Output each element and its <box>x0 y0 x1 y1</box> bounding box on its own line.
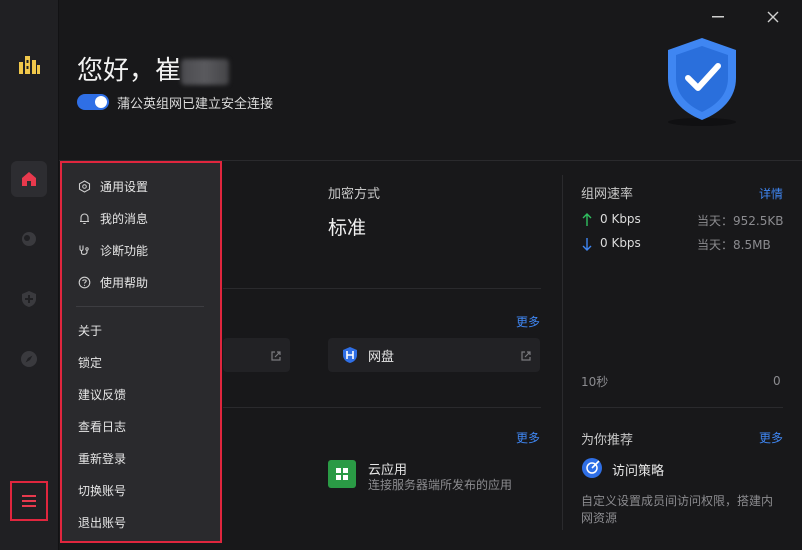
menu-item-about[interactable]: 关于 <box>62 318 220 342</box>
stethoscope-icon <box>76 242 92 258</box>
minimize-button[interactable] <box>707 8 729 26</box>
menu-item-relogin[interactable]: 重新登录 <box>62 446 220 470</box>
menu-label: 我的消息 <box>100 211 149 226</box>
menu-item-feedback[interactable]: 建议反馈 <box>62 382 220 406</box>
settings-menu: 通用设置 我的消息 诊断功能 使用帮助 关于 锁定 建议反馈 查看日志 重新登录… <box>60 161 222 543</box>
connection-status-text: 蒲公英组网已建立安全连接 <box>117 97 274 112</box>
speed-title: 组网速率 <box>581 187 634 202</box>
minimize-icon <box>712 16 724 18</box>
upload-speed: 0 Kbps <box>600 212 641 226</box>
column-divider <box>562 175 563 530</box>
recommend-more-link[interactable]: 更多 <box>759 429 783 446</box>
access-policy-title[interactable]: 访问策略 <box>612 460 664 479</box>
shield-plus-icon <box>22 291 36 307</box>
connection-toggle[interactable] <box>77 94 109 110</box>
encryption-value: 标准 <box>328 217 367 239</box>
external-link-icon <box>270 347 282 366</box>
hamburger-icon <box>22 495 36 507</box>
app-card-left[interactable] <box>223 338 290 372</box>
speed-axis-left: 10秒 <box>581 375 609 389</box>
menu-label: 退出账号 <box>78 515 127 530</box>
menu-label: 诊断功能 <box>100 243 149 258</box>
access-policy-desc: 自定义设置成员间访问权限，搭建内网资源 <box>581 494 774 525</box>
app-logo <box>17 52 41 80</box>
recommend-title: 为你推荐 <box>581 433 634 448</box>
menu-label: 重新登录 <box>78 451 127 466</box>
netdisk-icon <box>342 346 358 368</box>
greeting-title: 您好，崔 <box>77 50 230 87</box>
menu-item-lock[interactable]: 锁定 <box>62 350 220 374</box>
encryption-label: 加密方式 <box>328 187 381 202</box>
external-link-icon <box>520 347 532 366</box>
menu-label: 通用设置 <box>100 179 149 194</box>
menu-label: 关于 <box>78 323 103 338</box>
hexagon-gear-icon <box>76 178 92 194</box>
menu-label: 查看日志 <box>78 419 127 434</box>
menu-label: 锁定 <box>78 355 103 370</box>
network-icon <box>22 232 36 246</box>
menu-item-view-logs[interactable]: 查看日志 <box>62 414 220 438</box>
menu-item-switch-account[interactable]: 切换账号 <box>62 478 220 502</box>
section-divider-3 <box>580 407 783 408</box>
menu-label: 建议反馈 <box>78 387 127 402</box>
access-policy-icon <box>581 457 603 483</box>
menu-item-diagnose[interactable]: 诊断功能 <box>62 238 220 262</box>
menu-divider <box>76 306 204 307</box>
section-divider-1 <box>223 288 541 289</box>
netdisk-card[interactable]: 网盘 <box>328 338 540 372</box>
netdisk-label: 网盘 <box>368 350 395 365</box>
bell-icon <box>76 210 92 226</box>
download-today: 当天：8.5MB <box>697 238 771 252</box>
home-icon <box>22 172 36 186</box>
security-shield-icon <box>662 36 742 132</box>
apps-more-link[interactable]: 更多 <box>516 313 540 330</box>
apps-more-link-2[interactable]: 更多 <box>516 429 540 446</box>
section-divider-2 <box>223 407 541 408</box>
greeting-text: 您好，崔 <box>77 56 182 86</box>
blurred-username <box>181 58 230 85</box>
menu-item-general-settings[interactable]: 通用设置 <box>62 174 220 198</box>
close-icon <box>767 11 779 23</box>
speed-axis-right: 0 <box>773 374 781 388</box>
menu-toggle-button[interactable] <box>10 481 48 521</box>
menu-item-messages[interactable]: 我的消息 <box>62 206 220 230</box>
sidebar <box>0 0 59 550</box>
sidebar-security-button[interactable] <box>11 281 47 317</box>
question-circle-icon <box>76 274 92 290</box>
menu-item-help[interactable]: 使用帮助 <box>62 270 220 294</box>
menu-item-logout[interactable]: 退出账号 <box>62 510 220 534</box>
close-button[interactable] <box>762 8 784 26</box>
menu-label: 切换账号 <box>78 483 127 498</box>
cloud-app-icon[interactable] <box>328 460 356 488</box>
sidebar-discover-button[interactable] <box>11 341 47 377</box>
sidebar-network-button[interactable] <box>11 221 47 257</box>
download-arrow-icon <box>581 236 593 255</box>
compass-icon <box>21 351 37 367</box>
download-speed: 0 Kbps <box>600 236 641 250</box>
cloud-app-desc: 连接服务器端所发布的应用 <box>368 478 513 492</box>
menu-label: 使用帮助 <box>100 275 149 290</box>
speed-details-link[interactable]: 详情 <box>759 185 783 202</box>
upload-today: 当天：952.5KB <box>697 214 784 228</box>
upload-arrow-icon <box>581 212 593 231</box>
sidebar-home-button[interactable] <box>11 161 47 197</box>
